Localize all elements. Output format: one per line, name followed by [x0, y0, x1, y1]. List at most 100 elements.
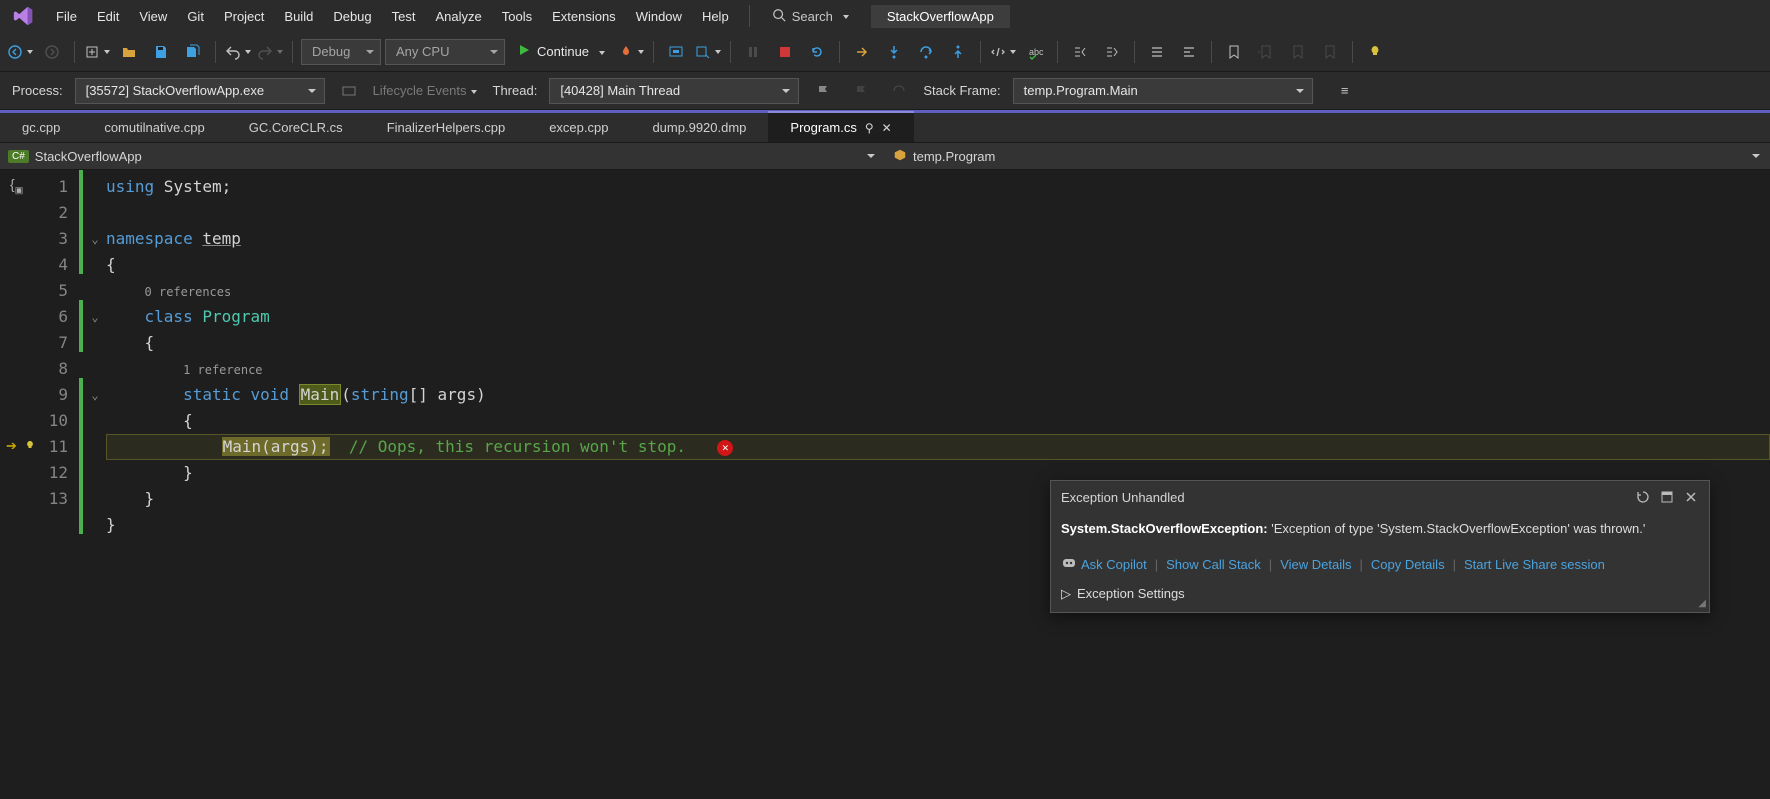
menu-edit[interactable]: Edit [87, 5, 129, 28]
thread-combo[interactable]: [40428] Main Thread [549, 78, 799, 104]
menu-window[interactable]: Window [626, 5, 692, 28]
restart-button[interactable] [803, 38, 831, 66]
exception-text: 'Exception of type 'System.StackOverflow… [1271, 521, 1645, 536]
menu-file[interactable]: File [46, 5, 87, 28]
step-over-button[interactable] [912, 38, 940, 66]
stop-button[interactable] [771, 38, 799, 66]
titlebar: FileEditViewGitProjectBuildDebugTestAnal… [0, 0, 1770, 32]
open-folder-button[interactable] [115, 38, 143, 66]
show-call-stack-link[interactable]: Show Call Stack [1166, 557, 1261, 572]
menu-extensions[interactable]: Extensions [542, 5, 626, 28]
code-nav-bar: C# StackOverflowApp temp.Program [0, 142, 1770, 170]
tab-dump-9920-dmp[interactable]: dump.9920.dmp [630, 113, 768, 142]
main-toolbar: Debug Any CPU Continue abc [0, 32, 1770, 72]
continue-label: Continue [537, 44, 589, 59]
lifecycle-icon[interactable] [335, 77, 363, 105]
menu-view[interactable]: View [129, 5, 177, 28]
nav-back-button[interactable] [6, 38, 34, 66]
tab-comutilnative-cpp[interactable]: comutilnative.cpp [82, 113, 226, 142]
close-icon[interactable]: ✕ [882, 121, 892, 135]
stackframe-combo[interactable]: temp.Program.Main [1013, 78, 1313, 104]
prev-bookmark-button[interactable] [1252, 38, 1280, 66]
pin-icon[interactable]: ⚲ [865, 121, 874, 135]
search-box[interactable]: Search [764, 6, 857, 27]
clear-bookmarks-button[interactable] [1316, 38, 1344, 66]
tab-excep-cpp[interactable]: excep.cpp [527, 113, 630, 142]
menu-git[interactable]: Git [177, 5, 214, 28]
lifecycle-events-combo[interactable]: Lifecycle Events [373, 83, 483, 98]
menu-test[interactable]: Test [382, 5, 426, 28]
menu-help[interactable]: Help [692, 5, 739, 28]
exception-message: System.StackOverflowException: 'Exceptio… [1051, 513, 1709, 549]
step-out-button[interactable] [944, 38, 972, 66]
process-button[interactable] [662, 38, 690, 66]
nav-class-label: temp.Program [913, 149, 995, 164]
resize-grip-icon[interactable]: ◢ [1698, 598, 1706, 609]
flag-pinned-icon[interactable] [847, 77, 875, 105]
show-next-statement-button[interactable] [848, 38, 876, 66]
view-details-link[interactable]: View Details [1280, 557, 1351, 572]
separator [653, 41, 654, 63]
undo-button[interactable] [224, 38, 252, 66]
nav-project-combo[interactable]: C# StackOverflowApp [0, 149, 885, 164]
process-combo[interactable]: [35572] StackOverflowApp.exe [75, 78, 325, 104]
bookmark-button[interactable] [1220, 38, 1248, 66]
separator [749, 5, 750, 27]
save-button[interactable] [147, 38, 175, 66]
menu-debug[interactable]: Debug [323, 5, 381, 28]
exception-settings-toggle[interactable]: ▷ Exception Settings [1051, 580, 1709, 612]
nav-class-combo[interactable]: temp.Program [885, 148, 1770, 165]
config-combo[interactable]: Debug [301, 39, 381, 65]
toolbar-overflow-icon[interactable]: ≡ [1331, 77, 1359, 105]
dock-icon[interactable] [1659, 489, 1675, 505]
nav-forward-button[interactable] [38, 38, 66, 66]
new-item-button[interactable] [83, 38, 111, 66]
chevron-down-icon [839, 9, 849, 24]
tab-finalizerhelpers-cpp[interactable]: FinalizerHelpers.cpp [365, 113, 528, 142]
menu-tools[interactable]: Tools [492, 5, 542, 28]
save-all-button[interactable] [179, 38, 207, 66]
pause-button[interactable] [739, 38, 767, 66]
flag-icon[interactable] [809, 77, 837, 105]
intellicode-button[interactable] [989, 38, 1017, 66]
continue-button[interactable]: Continue [509, 38, 613, 66]
spellcheck-button[interactable]: abc [1021, 38, 1049, 66]
menu-analyze[interactable]: Analyze [425, 5, 491, 28]
find-button[interactable] [694, 38, 722, 66]
history-icon[interactable] [1635, 489, 1651, 505]
line-number-gutter: 12345678910111213 [38, 170, 78, 799]
exception-popup: Exception Unhandled System.StackOverflow… [1050, 480, 1710, 613]
exception-settings-label: Exception Settings [1077, 586, 1185, 601]
indent-left-button[interactable] [1066, 38, 1094, 66]
live-share-link[interactable]: Start Live Share session [1464, 557, 1605, 572]
exception-titlebar: Exception Unhandled [1051, 481, 1709, 513]
tab-program-cs[interactable]: Program.cs⚲✕ [768, 111, 913, 142]
tab-gc-coreclr-cs[interactable]: GC.CoreCLR.cs [227, 113, 365, 142]
chevron-down-icon [595, 44, 605, 59]
separator [980, 41, 981, 63]
next-bookmark-button[interactable] [1284, 38, 1312, 66]
exception-title-text: Exception Unhandled [1061, 490, 1185, 505]
platform-combo[interactable]: Any CPU [385, 39, 505, 65]
redo-button[interactable] [256, 38, 284, 66]
close-icon[interactable] [1683, 489, 1699, 505]
fold-column[interactable]: ⌄ ⌄ ⌄ [84, 170, 106, 799]
document-tabs: gc.cppcomutilnative.cppGC.CoreCLR.csFina… [0, 110, 1770, 142]
tab-gc-cpp[interactable]: gc.cpp [0, 113, 82, 142]
uncomment-button[interactable] [1175, 38, 1203, 66]
separator [839, 41, 840, 63]
menu-project[interactable]: Project [214, 5, 274, 28]
comment-button[interactable] [1143, 38, 1171, 66]
csharp-badge-icon: C# [8, 150, 29, 163]
lightbulb-button[interactable] [1361, 38, 1389, 66]
menu-build[interactable]: Build [274, 5, 323, 28]
threads-icon[interactable] [885, 77, 913, 105]
hot-reload-button[interactable] [617, 38, 645, 66]
vs-logo-icon [12, 5, 34, 27]
indent-right-button[interactable] [1098, 38, 1126, 66]
copy-details-link[interactable]: Copy Details [1371, 557, 1445, 572]
lightbulb-icon[interactable] [24, 440, 36, 452]
step-into-button[interactable] [880, 38, 908, 66]
solution-name[interactable]: StackOverflowApp [871, 5, 1010, 28]
ask-copilot-link[interactable]: Ask Copilot [1061, 555, 1147, 574]
